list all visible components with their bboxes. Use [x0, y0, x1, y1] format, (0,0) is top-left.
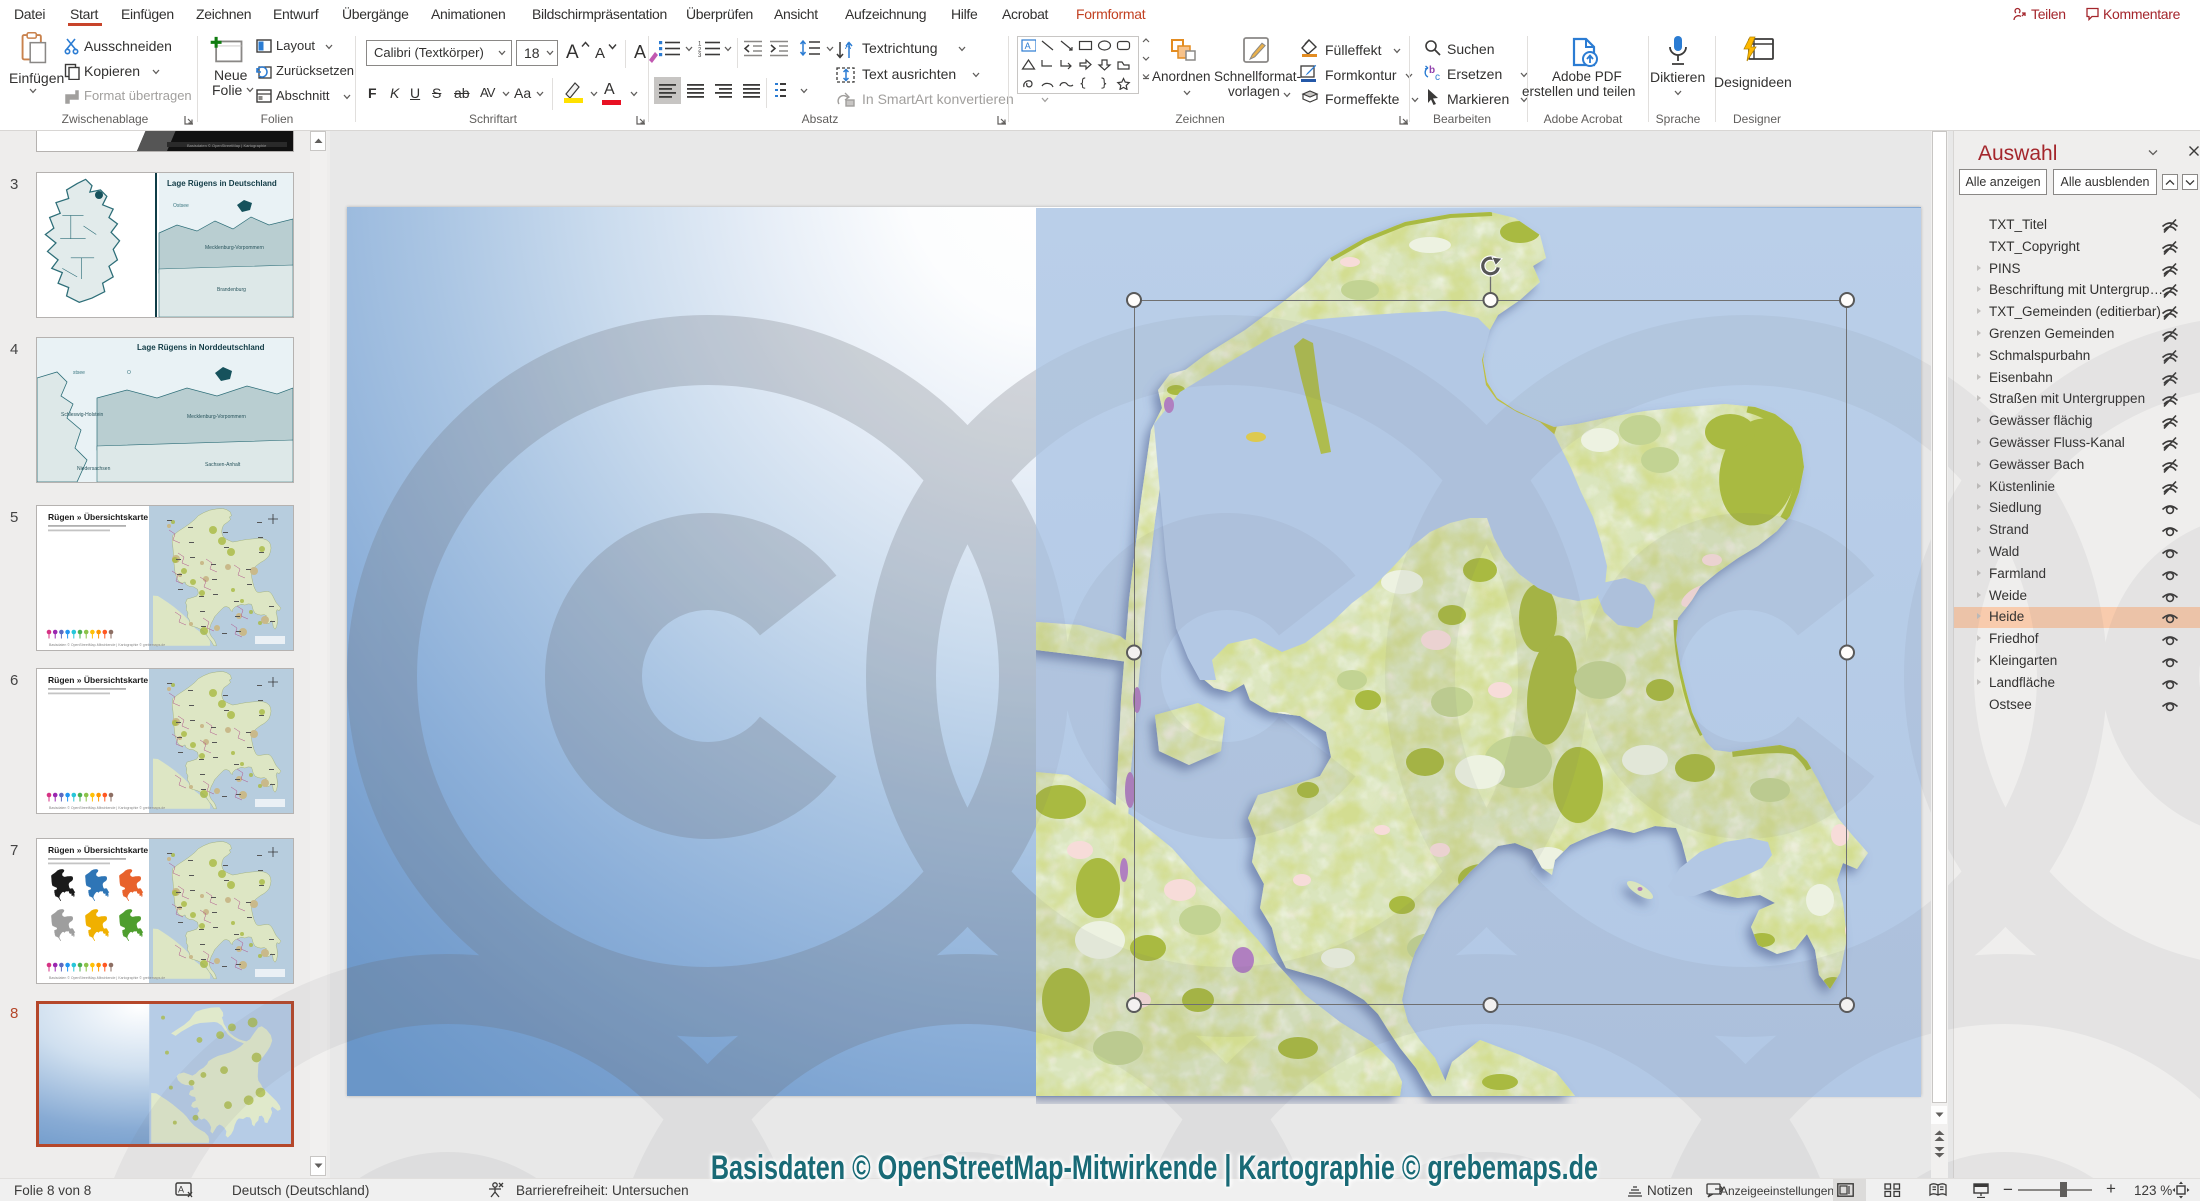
svg-text:Lage Rügens in Norddeutschland: Lage Rügens in Norddeutschland	[137, 343, 265, 352]
svg-text:Sachsen-Anhalt: Sachsen-Anhalt	[205, 462, 241, 468]
svg-text:Basisdaten © OpenStreetMap-Mit: Basisdaten © OpenStreetMap-Mitwirkende |…	[49, 976, 165, 980]
svg-text:Rügen » Übersichtskarte: Rügen » Übersichtskarte	[48, 675, 148, 685]
svg-text:A: A	[845, 41, 851, 51]
svg-text:Rügen » Übersichtskarte: Rügen » Übersichtskarte	[48, 512, 148, 522]
svg-text:Lage Rügens in Deutschland: Lage Rügens in Deutschland	[167, 179, 277, 188]
svg-text:3: 3	[698, 53, 702, 57]
svg-text:Schleswig-Holstein: Schleswig-Holstein	[61, 412, 103, 418]
svg-text:A: A	[1025, 41, 1031, 51]
svg-text:c: c	[1435, 72, 1440, 82]
svg-text:Niedersachsen: Niedersachsen	[77, 466, 111, 472]
svg-text:Basisdaten © OpenStreetMap-Mit: Basisdaten © OpenStreetMap-Mitwirkende |…	[49, 806, 165, 810]
svg-text:Basisdaten © OpenStreetMap | K: Basisdaten © OpenStreetMap | Kartographi…	[187, 143, 267, 148]
svg-text:Ostsee: Ostsee	[173, 203, 189, 209]
svg-text:Basisdaten © OpenStreetMap-Mit: Basisdaten © OpenStreetMap-Mitwirkende |…	[49, 643, 165, 647]
svg-text:Brandenburg: Brandenburg	[217, 287, 246, 293]
svg-text:Mecklenburg-Vorpommern: Mecklenburg-Vorpommern	[205, 245, 264, 251]
svg-text:Mecklenburg-Vorpommern: Mecklenburg-Vorpommern	[187, 414, 246, 420]
svg-text:Rügen » Übersichtskarte: Rügen » Übersichtskarte	[48, 845, 148, 855]
